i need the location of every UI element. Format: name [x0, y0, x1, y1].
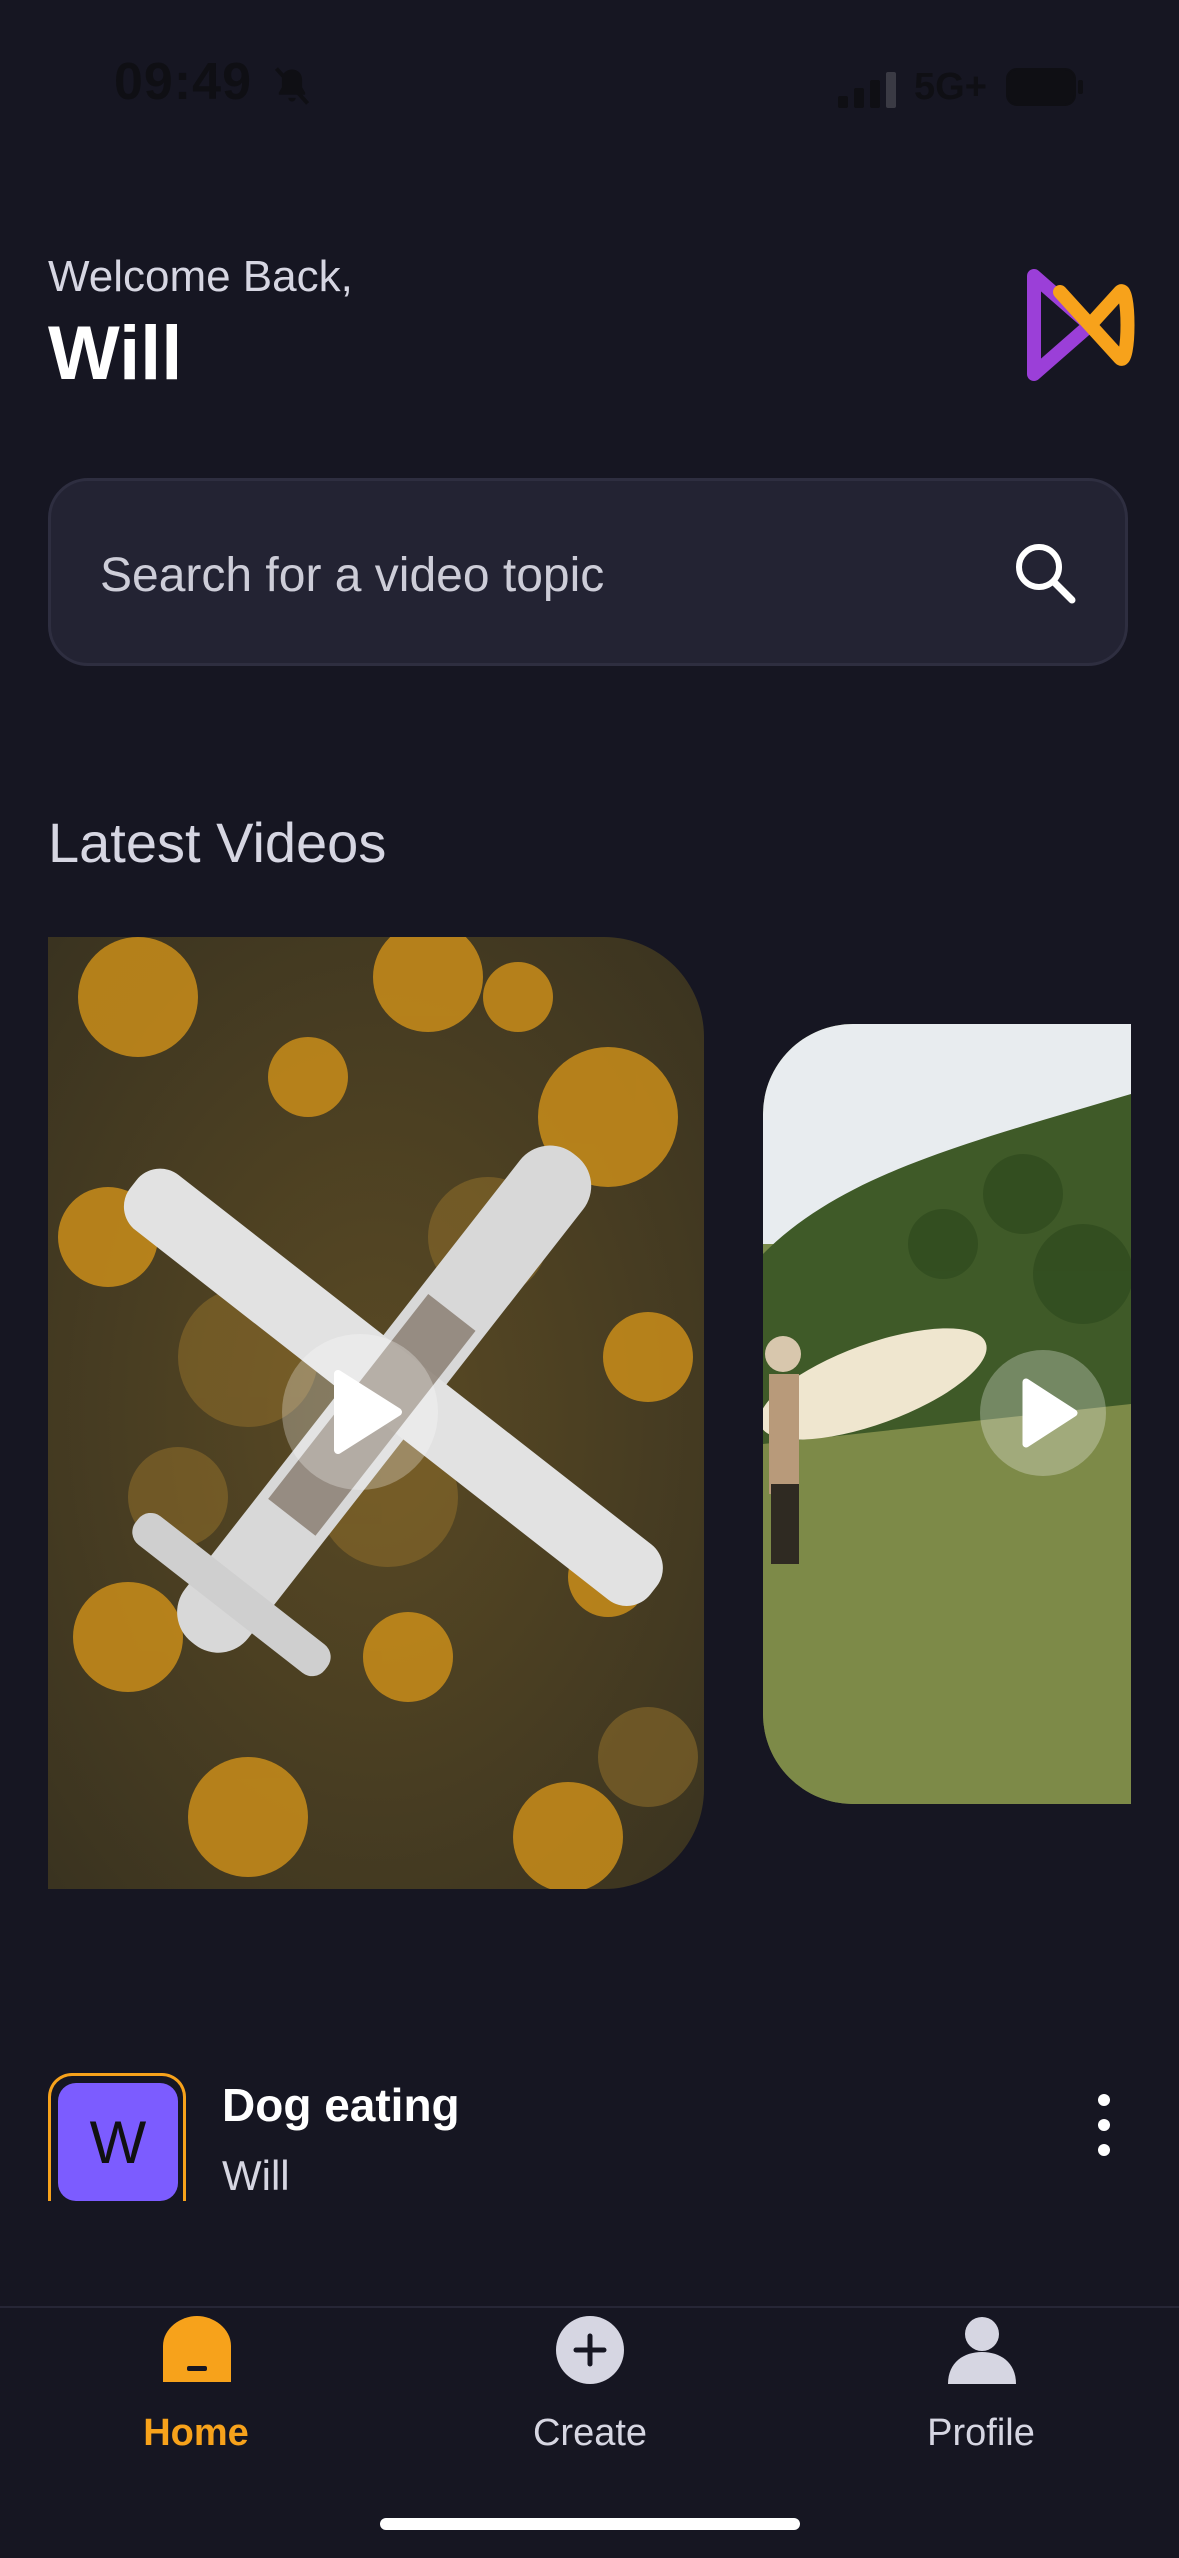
home-indicator	[380, 2518, 800, 2530]
play-icon	[334, 1370, 402, 1454]
video-author: Will	[222, 2152, 290, 2199]
network-type: 5G+	[914, 66, 987, 108]
nav-home[interactable]: Home	[46, 2412, 346, 2455]
home-icon[interactable]	[157, 2310, 237, 2390]
more-options-icon[interactable]	[1086, 2090, 1122, 2160]
username: Will	[48, 311, 183, 396]
nav-profile[interactable]: Profile	[831, 2412, 1131, 2455]
nav-create[interactable]: Create	[440, 2412, 740, 2455]
latest-videos-title: Latest Videos	[48, 811, 387, 874]
create-plus-icon[interactable]	[550, 2310, 630, 2390]
search-icon[interactable]	[1012, 540, 1078, 606]
play-button[interactable]	[980, 1350, 1106, 1476]
video-title[interactable]: Dog eating	[222, 2078, 460, 2132]
battery-icon	[1006, 68, 1083, 106]
play-icon	[1022, 1378, 1078, 1448]
signal-icon	[838, 72, 896, 108]
welcome-text: Welcome Back,	[48, 252, 353, 301]
bell-muted-icon	[274, 67, 310, 105]
search-input[interactable]: Search for a video topic	[100, 548, 604, 603]
app-logo-icon	[1027, 269, 1135, 381]
status-time: 09:49	[114, 53, 252, 111]
play-button[interactable]	[282, 1334, 438, 1490]
profile-icon[interactable]	[942, 2310, 1022, 2390]
avatar[interactable]: W	[58, 2083, 178, 2201]
